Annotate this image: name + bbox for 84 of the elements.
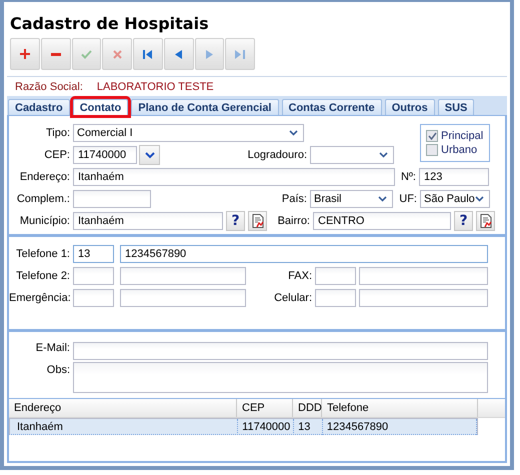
dropdown-button[interactable]	[139, 145, 160, 165]
email-field[interactable]	[73, 342, 488, 360]
input-field[interactable]: Itanhaém	[73, 168, 395, 186]
notes-field[interactable]	[73, 362, 488, 393]
tab[interactable]: Outros	[384, 99, 435, 115]
toolbar-button[interactable]	[40, 38, 70, 70]
column-header[interactable]: DDD	[293, 399, 322, 417]
left-arrow-icon	[175, 50, 182, 58]
field-label: UF:	[398, 193, 418, 205]
table-cell: 13	[294, 418, 323, 434]
field-label: Município:	[18, 215, 71, 227]
caret-icon	[289, 130, 298, 136]
check-icon	[428, 132, 436, 140]
input-field[interactable]	[73, 267, 114, 285]
document-icon	[480, 214, 492, 228]
input-field[interactable]: CENTRO	[313, 212, 451, 230]
dropdown-field[interactable]	[310, 146, 394, 164]
column-header[interactable]: CEP	[237, 399, 293, 417]
toolbar-button[interactable]	[10, 38, 40, 70]
input-field[interactable]: 1234567890	[120, 245, 488, 263]
field-label: Tipo:	[44, 127, 71, 139]
checkbox[interactable]: Principal	[426, 130, 489, 142]
input-field[interactable]	[73, 289, 114, 307]
checkbox[interactable]: Urbano	[426, 144, 489, 156]
input-field[interactable]: Itanhaém	[73, 212, 223, 230]
input-field[interactable]	[120, 289, 246, 307]
field-label: FAX:	[287, 270, 313, 282]
chevron-icon	[144, 152, 154, 158]
help-button[interactable]: ?	[226, 211, 245, 231]
close-icon	[112, 50, 122, 58]
field-label: Endereço:	[18, 171, 71, 183]
input-field[interactable]: 13	[73, 245, 114, 263]
field-label: Emergência:	[9, 292, 72, 304]
input-field[interactable]	[315, 267, 356, 285]
column-header[interactable]: Telefone	[322, 399, 478, 417]
document-button[interactable]	[476, 211, 495, 231]
caret-icon	[379, 152, 388, 158]
document-icon	[252, 214, 264, 228]
input-field[interactable]	[359, 267, 488, 285]
input-field[interactable]	[315, 289, 356, 307]
table-cell: 11740000	[238, 418, 294, 434]
field-label: CEP:	[43, 149, 71, 161]
table-row[interactable]: Itanhaém 11740000 13 1234567890	[9, 418, 478, 435]
window-title: Cadastro de Hospitais	[9, 13, 210, 35]
tab[interactable]: Plano de Conta Gerencial	[131, 99, 278, 115]
field-label: Complem.:	[16, 193, 71, 205]
column-header[interactable]: Endereço	[9, 399, 237, 417]
tab[interactable]: SUS	[438, 99, 474, 115]
tab[interactable]: Cadastro	[8, 99, 70, 115]
input-field[interactable]	[120, 267, 246, 285]
plus-icon	[20, 49, 30, 59]
field-label: Nº:	[400, 171, 417, 183]
dropdown-field[interactable]: São Paulo	[420, 190, 490, 208]
caret-icon	[475, 196, 484, 202]
dropdown-field[interactable]: Comercial I	[73, 124, 304, 142]
field-label: Telefone 1:	[15, 248, 71, 260]
first-icon	[142, 50, 153, 58]
minus-icon	[50, 52, 61, 56]
tab[interactable]: Contas Corrente	[282, 99, 382, 115]
field-label: Logradouro:	[246, 149, 308, 161]
field-label: E-Mail:	[34, 341, 71, 354]
table-cell: Itanhaém	[13, 418, 238, 434]
table-cell: 1234567890	[322, 418, 477, 434]
right-arrow-icon	[206, 50, 213, 58]
input-field[interactable]: 123	[419, 168, 489, 186]
check-icon	[80, 50, 92, 58]
tab[interactable]: Contato	[72, 99, 128, 115]
field-label: Bairro:	[276, 215, 311, 227]
dropdown-field[interactable]: Brasil	[310, 190, 393, 208]
field-label: Celular:	[273, 292, 313, 304]
input-field[interactable]: 11740000	[73, 146, 137, 164]
help-button[interactable]: ?	[454, 211, 473, 231]
field-label: País:	[280, 193, 308, 205]
toolbar-button[interactable]	[164, 38, 194, 70]
input-field[interactable]	[359, 289, 488, 307]
document-button[interactable]	[248, 211, 267, 231]
toolbar-button[interactable]	[133, 38, 163, 70]
caret-icon	[378, 196, 387, 202]
last-icon	[235, 50, 246, 58]
field-label: Telefone 2:	[15, 270, 71, 282]
company-name: LABORATORIO TESTE	[96, 81, 214, 93]
field-label: Obs:	[46, 363, 71, 376]
field-label: Razão Social:	[15, 81, 83, 93]
input-field[interactable]	[73, 190, 151, 208]
